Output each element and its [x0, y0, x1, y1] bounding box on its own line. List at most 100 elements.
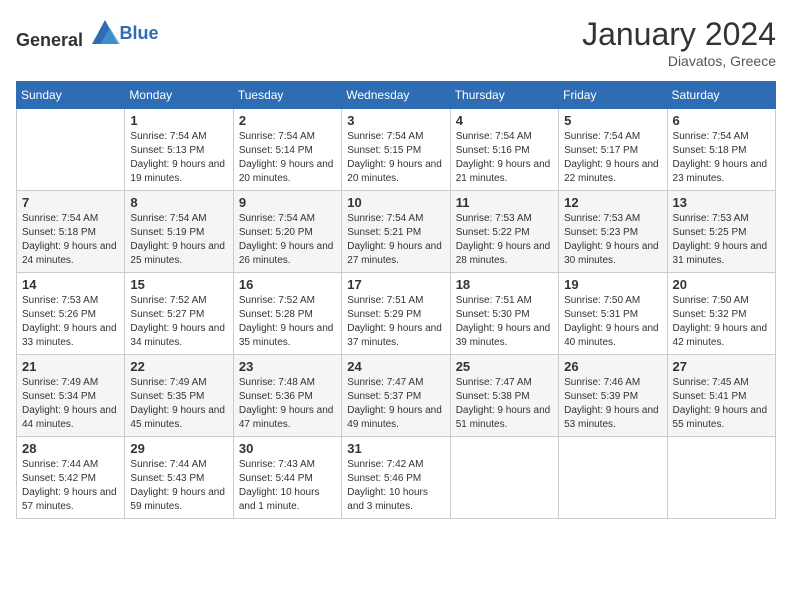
calendar-cell [667, 437, 775, 519]
cell-info: Sunrise: 7:44 AMSunset: 5:42 PMDaylight:… [22, 458, 119, 514]
cell-info: Sunrise: 7:53 AMSunset: 5:25 PMDaylight:… [673, 212, 770, 268]
calendar-week-row: 7 Sunrise: 7:54 AMSunset: 5:18 PMDaylight… [17, 191, 776, 273]
day-number: 7 [22, 195, 119, 210]
day-number: 5 [564, 113, 661, 128]
cell-info: Sunrise: 7:52 AMSunset: 5:27 PMDaylight:… [130, 294, 227, 350]
calendar-cell [559, 437, 667, 519]
calendar-cell [17, 109, 125, 191]
calendar-cell: 11Sunrise: 7:53 AMSunset: 5:22 PMDayligh… [450, 191, 558, 273]
cell-info: Sunrise: 7:54 AMSunset: 5:18 PMDaylight:… [22, 212, 119, 268]
day-number: 8 [130, 195, 227, 210]
calendar-cell: 6Sunrise: 7:54 AMSunset: 5:18 PMDaylight… [667, 109, 775, 191]
calendar-cell: 29 Sunrise: 7:44 AMSunset: 5:43 PMDayligh… [125, 437, 233, 519]
cell-info: Sunrise: 7:54 AMSunset: 5:19 PMDaylight:… [130, 212, 227, 268]
calendar-day-header: Saturday [667, 82, 775, 109]
calendar-day-header: Thursday [450, 82, 558, 109]
day-number: 2 [239, 113, 336, 128]
day-number: 26 [564, 359, 661, 374]
calendar-cell: 13 Sunrise: 7:53 AMSunset: 5:25 PMDayligh… [667, 191, 775, 273]
cell-info: Sunrise: 7:54 AMSunset: 5:13 PMDaylight:… [130, 130, 227, 186]
calendar-cell: 15 Sunrise: 7:52 AMSunset: 5:27 PMDayligh… [125, 273, 233, 355]
cell-info: Sunrise: 7:43 AMSunset: 5:44 PMDaylight:… [239, 458, 336, 514]
calendar-cell: 28 Sunrise: 7:44 AMSunset: 5:42 PMDayligh… [17, 437, 125, 519]
day-number: 6 [673, 113, 770, 128]
location: Diavatos, Greece [582, 53, 776, 69]
day-number: 9 [239, 195, 336, 210]
calendar-cell: 20 Sunrise: 7:50 AMSunset: 5:32 PMDayligh… [667, 273, 775, 355]
page-header: General Blue January 2024 Diavatos, Gree… [16, 16, 776, 69]
cell-info: Sunrise: 7:42 AMSunset: 5:46 PMDaylight:… [347, 458, 444, 514]
calendar-cell: 26Sunrise: 7:46 AMSunset: 5:39 PMDayligh… [559, 355, 667, 437]
calendar-cell: 17Sunrise: 7:51 AMSunset: 5:29 PMDayligh… [342, 273, 450, 355]
calendar-cell: 8 Sunrise: 7:54 AMSunset: 5:19 PMDaylight… [125, 191, 233, 273]
day-number: 3 [347, 113, 444, 128]
cell-info: Sunrise: 7:47 AMSunset: 5:37 PMDaylight:… [347, 376, 444, 432]
calendar-week-row: 14 Sunrise: 7:53 AMSunset: 5:26 PMDayligh… [17, 273, 776, 355]
day-number: 25 [456, 359, 553, 374]
logo: General Blue [16, 16, 159, 51]
month-year: January 2024 [582, 16, 776, 53]
day-number: 23 [239, 359, 336, 374]
calendar-cell: 14 Sunrise: 7:53 AMSunset: 5:26 PMDayligh… [17, 273, 125, 355]
day-number: 1 [130, 113, 227, 128]
day-number: 27 [673, 359, 770, 374]
day-number: 22 [130, 359, 227, 374]
calendar-day-header: Tuesday [233, 82, 341, 109]
calendar-cell: 5 Sunrise: 7:54 AMSunset: 5:17 PMDaylight… [559, 109, 667, 191]
day-number: 10 [347, 195, 444, 210]
cell-info: Sunrise: 7:54 AMSunset: 5:20 PMDaylight:… [239, 212, 336, 268]
day-number: 30 [239, 441, 336, 456]
day-number: 15 [130, 277, 227, 292]
calendar-cell: 18 Sunrise: 7:51 AMSunset: 5:30 PMDayligh… [450, 273, 558, 355]
cell-info: Sunrise: 7:47 AMSunset: 5:38 PMDaylight:… [456, 376, 553, 432]
cell-info: Sunrise: 7:54 AMSunset: 5:14 PMDaylight:… [239, 130, 336, 186]
calendar-cell: 22Sunrise: 7:49 AMSunset: 5:35 PMDayligh… [125, 355, 233, 437]
calendar-week-row: 1 Sunrise: 7:54 AMSunset: 5:13 PMDaylight… [17, 109, 776, 191]
calendar-day-header: Wednesday [342, 82, 450, 109]
calendar-header-row: SundayMondayTuesdayWednesdayThursdayFrid… [17, 82, 776, 109]
cell-info: Sunrise: 7:53 AMSunset: 5:23 PMDaylight:… [564, 212, 661, 268]
calendar-cell: 21 Sunrise: 7:49 AMSunset: 5:34 PMDayligh… [17, 355, 125, 437]
day-number: 12 [564, 195, 661, 210]
cell-info: Sunrise: 7:49 AMSunset: 5:34 PMDaylight:… [22, 376, 119, 432]
day-number: 13 [673, 195, 770, 210]
calendar-cell: 27 Sunrise: 7:45 AMSunset: 5:41 PMDayligh… [667, 355, 775, 437]
calendar-week-row: 28 Sunrise: 7:44 AMSunset: 5:42 PMDayligh… [17, 437, 776, 519]
calendar-cell: 12 Sunrise: 7:53 AMSunset: 5:23 PMDayligh… [559, 191, 667, 273]
calendar-day-header: Friday [559, 82, 667, 109]
calendar-week-row: 21 Sunrise: 7:49 AMSunset: 5:34 PMDayligh… [17, 355, 776, 437]
day-number: 31 [347, 441, 444, 456]
cell-info: Sunrise: 7:44 AMSunset: 5:43 PMDaylight:… [130, 458, 227, 514]
cell-info: Sunrise: 7:50 AMSunset: 5:32 PMDaylight:… [673, 294, 770, 350]
day-number: 28 [22, 441, 119, 456]
cell-info: Sunrise: 7:54 AMSunset: 5:17 PMDaylight:… [564, 130, 661, 186]
cell-info: Sunrise: 7:54 AMSunset: 5:16 PMDaylight:… [456, 130, 553, 186]
day-number: 29 [130, 441, 227, 456]
day-number: 20 [673, 277, 770, 292]
cell-info: Sunrise: 7:54 AMSunset: 5:21 PMDaylight:… [347, 212, 444, 268]
calendar-cell: 9 Sunrise: 7:54 AMSunset: 5:20 PMDaylight… [233, 191, 341, 273]
day-number: 21 [22, 359, 119, 374]
cell-info: Sunrise: 7:45 AMSunset: 5:41 PMDaylight:… [673, 376, 770, 432]
calendar-table: SundayMondayTuesdayWednesdayThursdayFrid… [16, 81, 776, 519]
calendar-day-header: Monday [125, 82, 233, 109]
cell-info: Sunrise: 7:51 AMSunset: 5:30 PMDaylight:… [456, 294, 553, 350]
logo-icon [90, 16, 120, 46]
calendar-cell: 1 Sunrise: 7:54 AMSunset: 5:13 PMDaylight… [125, 109, 233, 191]
day-number: 17 [347, 277, 444, 292]
day-number: 19 [564, 277, 661, 292]
cell-info: Sunrise: 7:50 AMSunset: 5:31 PMDaylight:… [564, 294, 661, 350]
day-number: 4 [456, 113, 553, 128]
calendar-cell: 7 Sunrise: 7:54 AMSunset: 5:18 PMDaylight… [17, 191, 125, 273]
cell-info: Sunrise: 7:54 AMSunset: 5:15 PMDaylight:… [347, 130, 444, 186]
calendar-cell: 3 Sunrise: 7:54 AMSunset: 5:15 PMDaylight… [342, 109, 450, 191]
cell-info: Sunrise: 7:52 AMSunset: 5:28 PMDaylight:… [239, 294, 336, 350]
cell-info: Sunrise: 7:53 AMSunset: 5:26 PMDaylight:… [22, 294, 119, 350]
calendar-cell: 4 Sunrise: 7:54 AMSunset: 5:16 PMDaylight… [450, 109, 558, 191]
logo-general: General [16, 16, 120, 51]
logo-blue: Blue [120, 23, 159, 44]
calendar-cell: 16Sunrise: 7:52 AMSunset: 5:28 PMDayligh… [233, 273, 341, 355]
day-number: 18 [456, 277, 553, 292]
calendar-day-header: Sunday [17, 82, 125, 109]
day-number: 14 [22, 277, 119, 292]
